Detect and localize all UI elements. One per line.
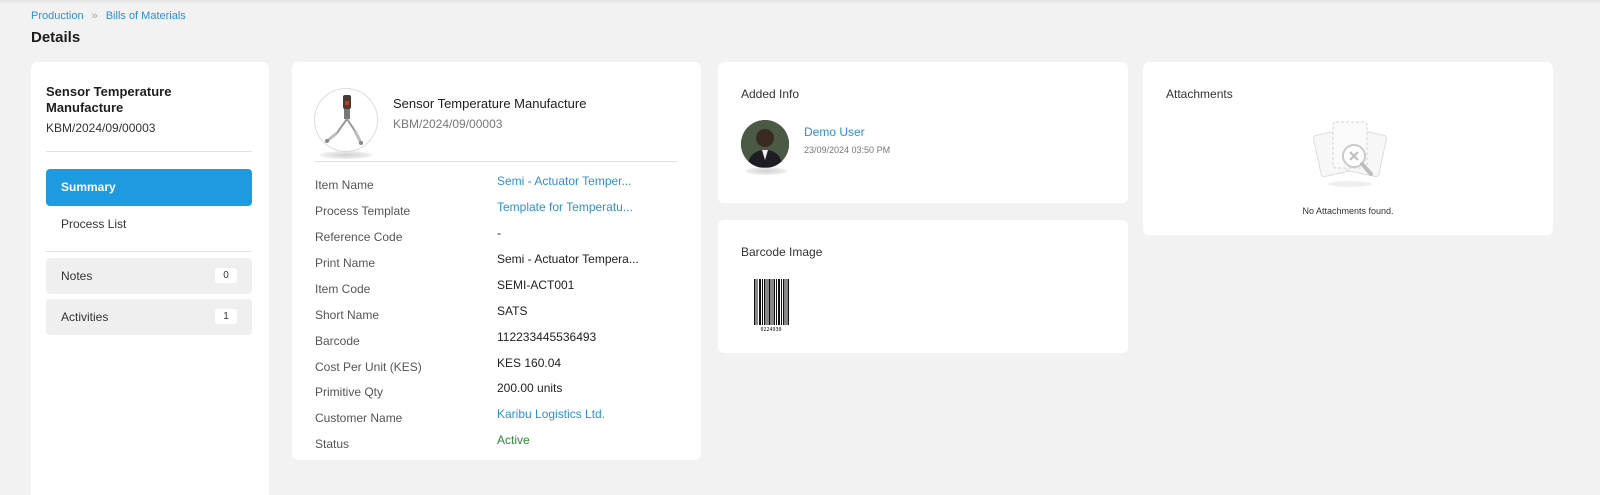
field-value: Semi - Actuator Tempera...	[497, 252, 639, 266]
field-value: SEMI-ACT001	[497, 278, 575, 292]
summary-sidebar: Sensor Temperature Manufacture KBM/2024/…	[31, 62, 269, 495]
field-label: Process Template	[315, 204, 411, 218]
field-barcode: Barcode 112233445536493	[315, 330, 685, 350]
detail-title: Sensor Temperature Manufacture	[393, 96, 587, 111]
field-item-name: Item Name Semi - Actuator Temper...	[315, 174, 685, 194]
no-attachments-text: No Attachments found.	[1302, 206, 1394, 216]
field-process-template: Process Template Template for Temperatu.…	[315, 200, 685, 220]
breadcrumb-production[interactable]: Production	[31, 10, 84, 22]
added-date: 23/09/2024 03:50 PM	[804, 145, 891, 155]
notes-item[interactable]: Notes 0	[46, 258, 252, 294]
barcode-heading: Barcode Image	[741, 245, 823, 259]
notes-label: Notes	[61, 269, 93, 283]
barcode-caption: 0224930	[760, 327, 781, 333]
field-cost-per-unit: Cost Per Unit (KES) KES 160.04	[315, 356, 685, 376]
field-label: Status	[315, 437, 350, 451]
avatar	[741, 120, 789, 168]
bom-title: Sensor Temperature Manufacture	[46, 84, 172, 115]
field-value: KES 160.04	[497, 356, 562, 370]
attachments-card: Attachments No Attachments found.	[1143, 62, 1553, 235]
field-value: -	[497, 226, 501, 240]
field-value: SATS	[497, 304, 528, 318]
nav-process-list[interactable]: Process List	[46, 206, 252, 242]
page-title: Details	[31, 29, 81, 46]
chevron-right-icon: »	[91, 10, 98, 22]
notes-count-badge: 0	[215, 268, 237, 283]
barcode-image: 0224930	[753, 279, 789, 333]
added-info-card: Added Info Demo User 23/09/2024 03:50 PM	[718, 62, 1128, 203]
barcode-card: Barcode Image 0224930	[718, 220, 1128, 353]
field-short-name: Short Name SATS	[315, 304, 685, 324]
field-status: Status Active	[315, 433, 685, 453]
field-value-link[interactable]: Karibu Logistics Ltd.	[497, 407, 605, 421]
field-label: Print Name	[315, 256, 376, 270]
attachments-heading: Attachments	[1166, 87, 1233, 101]
image-shadow	[320, 151, 372, 159]
field-label: Short Name	[315, 308, 380, 322]
field-print-name: Print Name Semi - Actuator Tempera...	[315, 252, 685, 272]
product-image	[314, 88, 378, 152]
detail-card: Sensor Temperature Manufacture KBM/2024/…	[292, 62, 701, 460]
activities-label: Activities	[61, 310, 109, 324]
field-label: Primitive Qty	[315, 385, 384, 399]
divider	[46, 151, 252, 152]
field-label: Item Name	[315, 178, 374, 192]
user-name-link[interactable]: Demo User	[804, 125, 865, 139]
field-customer-name: Customer Name Karibu Logistics Ltd.	[315, 407, 685, 427]
field-value-link[interactable]: Semi - Actuator Temper...	[497, 174, 632, 188]
field-primitive-qty: Primitive Qty 200.00 units	[315, 381, 685, 401]
bom-code: KBM/2024/09/00003	[46, 121, 156, 135]
detail-code: KBM/2024/09/00003	[393, 117, 503, 131]
field-value: 112233445536493	[497, 330, 597, 344]
field-item-code: Item Code SEMI-ACT001	[315, 278, 685, 298]
status-badge: Active	[497, 433, 530, 447]
divider	[46, 251, 252, 252]
added-info-heading: Added Info	[741, 87, 800, 101]
breadcrumb-bills-of-materials[interactable]: Bills of Materials	[106, 10, 186, 22]
nav-summary[interactable]: Summary	[46, 169, 252, 206]
breadcrumb: Production » Bills of Materials	[31, 10, 186, 22]
empty-attachments-icon	[1313, 121, 1387, 187]
field-value-link[interactable]: Template for Temperatu...	[497, 200, 633, 214]
activities-item[interactable]: Activities 1	[46, 299, 252, 335]
field-label: Cost Per Unit (KES)	[315, 360, 422, 374]
field-label: Barcode	[315, 334, 360, 348]
divider	[314, 161, 678, 162]
field-label: Item Code	[315, 282, 371, 296]
activities-count-badge: 1	[215, 309, 237, 324]
field-reference-code: Reference Code -	[315, 226, 685, 246]
top-shadow	[0, 0, 1600, 4]
field-value: 200.00 units	[497, 381, 563, 395]
field-label: Customer Name	[315, 411, 403, 425]
field-label: Reference Code	[315, 230, 403, 244]
avatar-shadow	[745, 167, 787, 175]
